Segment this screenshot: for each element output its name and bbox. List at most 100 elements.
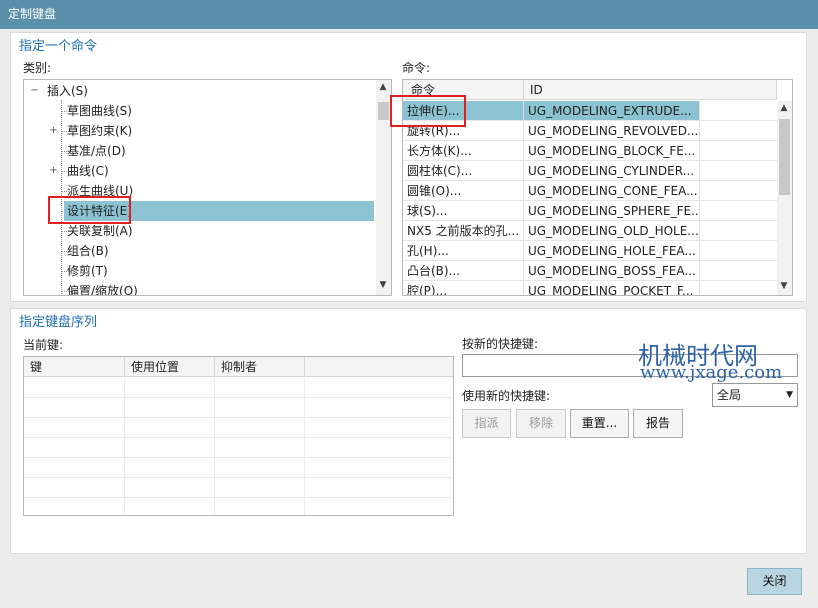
current-keys-rows <box>24 378 453 515</box>
command-filler-cell <box>700 121 777 140</box>
table-row[interactable] <box>24 378 453 398</box>
table-row[interactable] <box>24 498 453 515</box>
tree-scroll-thumb[interactable] <box>378 102 389 120</box>
tree-item[interactable]: 偏置/缩放(O) <box>24 281 376 295</box>
tree-item[interactable]: 派生曲线(U) <box>24 181 376 201</box>
scroll-up-arrow-icon[interactable]: ▲ <box>377 82 389 92</box>
command-id-cell: UG_MODELING_BLOCK_FE... <box>524 141 700 160</box>
tree-item-label: 修剪(T) <box>67 264 108 278</box>
tree-item-label: 设计特征(E) <box>64 201 374 221</box>
table-row[interactable] <box>24 398 453 418</box>
table-row[interactable] <box>24 478 453 498</box>
command-row[interactable]: 长方体(K)... UG_MODELING_BLOCK_FE... <box>403 141 777 161</box>
command-scrollbar[interactable]: ▲ ▼ <box>777 101 792 295</box>
command-name-cell: 圆柱体(C)... <box>403 161 524 180</box>
window-title: 定制键盘 <box>0 0 818 29</box>
command-row[interactable]: 球(S)... UG_MODELING_SPHERE_FE... <box>403 201 777 221</box>
expand-icon[interactable]: + <box>49 126 58 136</box>
tree-item-label: 草图约束(K) <box>67 124 133 138</box>
table-cell <box>125 378 215 398</box>
scope-select[interactable]: 全局 ▼ <box>712 383 798 407</box>
tree-item-label: 关联复制(A) <box>67 224 133 238</box>
table-row[interactable] <box>24 438 453 458</box>
table-cell <box>125 438 215 458</box>
command-grid[interactable]: 命令 ID 拉伸(E)... UG_MODELING_EXTRUDE... 旋转(R… <box>402 79 793 296</box>
table-row[interactable] <box>24 458 453 478</box>
close-button[interactable]: 关闭 <box>747 568 802 595</box>
command-id-cell: UG_MODELING_SPHERE_FE... <box>524 201 700 220</box>
table-cell <box>24 498 125 515</box>
command-row[interactable]: 旋转(R)... UG_MODELING_REVOLVED... <box>403 121 777 141</box>
tree-item[interactable]: 草图曲线(S) <box>24 101 376 121</box>
command-grid-header: 命令 ID <box>403 80 777 100</box>
key-sequence-title: 指定键盘序列 <box>19 315 98 330</box>
command-name-cell: 长方体(K)... <box>403 141 524 160</box>
command-filler-cell <box>700 241 777 260</box>
reset-button[interactable]: 重置... <box>570 409 629 438</box>
command-filler-cell <box>700 221 777 240</box>
table-cell <box>215 438 305 458</box>
command-row[interactable]: 孔(H)... UG_MODELING_HOLE_FEA... <box>403 241 777 261</box>
new-shortcut-label: 按新的快捷键: <box>462 337 539 351</box>
table-row[interactable] <box>24 418 453 438</box>
col-header-suppressor[interactable]: 抑制者 <box>215 357 305 377</box>
table-cell <box>24 458 125 478</box>
collapse-icon[interactable]: − <box>30 86 39 96</box>
tree-item[interactable]: 组合(B) <box>24 241 376 261</box>
scroll-down-arrow-icon[interactable]: ▼ <box>377 280 389 290</box>
command-row[interactable]: NX5 之前版本的孔... UG_MODELING_OLD_HOLE... <box>403 221 777 241</box>
current-keys-grid[interactable]: 键 使用位置 抑制者 <box>23 356 454 516</box>
command-filler-cell <box>700 261 777 280</box>
table-cell <box>24 418 125 438</box>
table-cell <box>215 418 305 438</box>
command-rows: 拉伸(E)... UG_MODELING_EXTRUDE... 旋转(R)... UG… <box>403 101 777 295</box>
remove-button[interactable]: 移除 <box>516 409 566 438</box>
command-filler-cell <box>700 141 777 160</box>
current-keys-label: 当前键: <box>23 338 64 352</box>
command-row[interactable]: 拉伸(E)... UG_MODELING_EXTRUDE... <box>403 101 777 121</box>
scroll-up-arrow-icon[interactable]: ▲ <box>778 103 790 113</box>
table-cell <box>125 478 215 498</box>
table-cell <box>215 478 305 498</box>
command-name-cell: 旋转(R)... <box>403 121 524 140</box>
col-header-command[interactable]: 命令 <box>403 80 524 100</box>
tree-item[interactable]: 修剪(T) <box>24 261 376 281</box>
tree-item[interactable]: + 草图约束(K) <box>24 121 376 141</box>
tree-item[interactable]: 关联复制(A) <box>24 221 376 241</box>
command-id-cell: UG_MODELING_HOLE_FEA... <box>524 241 700 260</box>
tree-item[interactable]: − 插入(S) <box>24 81 376 101</box>
tree-item-label: 偏置/缩放(O) <box>67 284 138 295</box>
table-cell <box>24 378 125 398</box>
assign-button[interactable]: 指派 <box>462 409 511 438</box>
tree-item[interactable]: 设计特征(E) <box>24 201 376 221</box>
command-filler-cell <box>700 201 777 220</box>
report-button[interactable]: 报告 <box>633 409 683 438</box>
command-name-cell: 腔(P)... <box>403 281 524 295</box>
command-name-cell: 凸台(B)... <box>403 261 524 280</box>
command-row[interactable]: 圆锥(O)... UG_MODELING_CONE_FEA... <box>403 181 777 201</box>
command-id-cell: UG_MODELING_REVOLVED... <box>524 121 700 140</box>
command-id-cell: UG_MODELING_OLD_HOLE... <box>524 221 700 240</box>
command-row[interactable]: 腔(P)... UG_MODELING_POCKET_F... <box>403 281 777 295</box>
table-cell <box>125 398 215 418</box>
command-scroll-thumb[interactable] <box>779 119 790 195</box>
use-new-shortcut-label: 使用新的快捷键: <box>462 389 551 403</box>
command-id-cell: UG_MODELING_CYLINDER... <box>524 161 700 180</box>
command-row[interactable]: 凸台(B)... UG_MODELING_BOSS_FEA... <box>403 261 777 281</box>
tree-scrollbar[interactable]: ▲ ▼ <box>376 80 391 295</box>
col-header-location[interactable]: 使用位置 <box>125 357 215 377</box>
col-header-id[interactable]: ID <box>524 80 777 100</box>
expand-icon[interactable]: + <box>49 166 58 176</box>
tree-item[interactable]: 基准/点(D) <box>24 141 376 161</box>
col-header-key[interactable]: 键 <box>24 357 125 377</box>
table-cell <box>215 378 305 398</box>
scroll-down-arrow-icon[interactable]: ▼ <box>778 281 790 291</box>
watermark-url: www.jxage.com <box>640 362 783 383</box>
category-tree[interactable]: − 插入(S) 草图曲线(S) + 草图约束(K) 基准/点(D) + 曲线(C) 派生曲线(U… <box>23 79 392 296</box>
table-cell <box>24 398 125 418</box>
category-label: 类别: <box>23 61 52 75</box>
table-cell <box>215 398 305 418</box>
tree-item[interactable]: + 曲线(C) <box>24 161 376 181</box>
command-row[interactable]: 圆柱体(C)... UG_MODELING_CYLINDER... <box>403 161 777 181</box>
tree-rows: − 插入(S) 草图曲线(S) + 草图约束(K) 基准/点(D) + 曲线(C) 派生曲线(U… <box>24 80 376 295</box>
